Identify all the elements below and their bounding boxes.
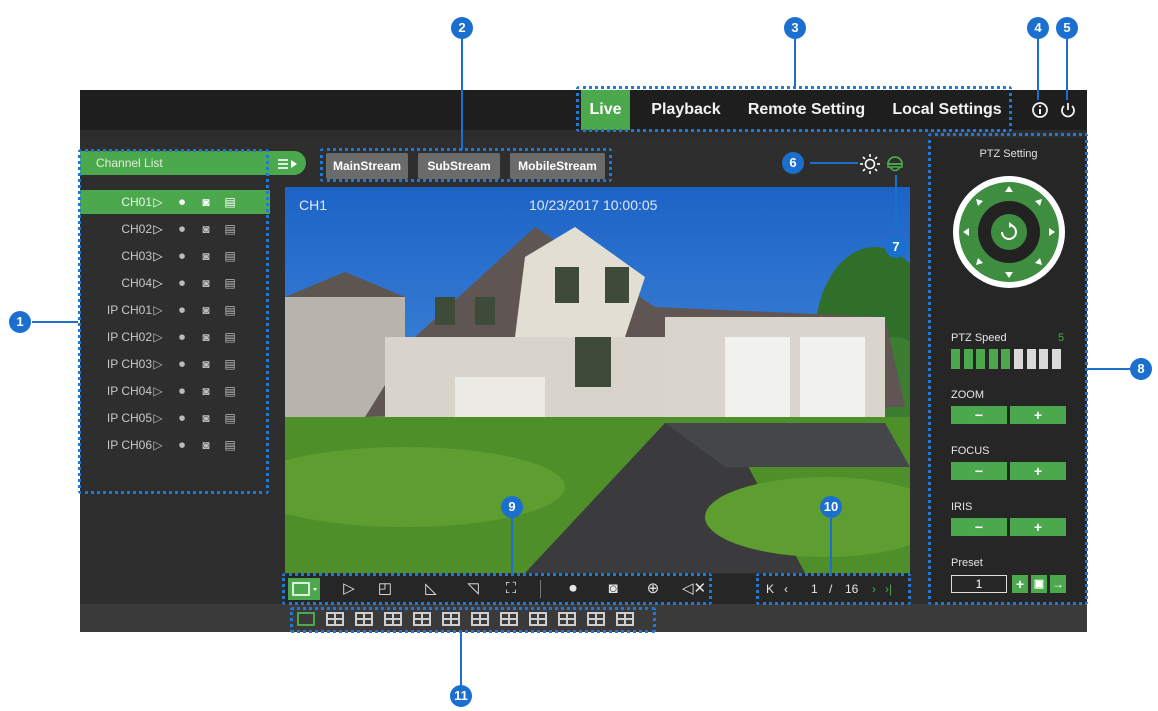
callout-1: 1 bbox=[9, 311, 31, 333]
callout-9: 9 bbox=[501, 496, 523, 518]
callout-2: 2 bbox=[451, 17, 473, 39]
callout-6: 6 bbox=[782, 152, 804, 174]
callout-10: 10 bbox=[820, 496, 842, 518]
callout-8: 8 bbox=[1130, 358, 1152, 380]
callout-4: 4 bbox=[1027, 17, 1049, 39]
callout-7: 7 bbox=[885, 236, 907, 258]
callout-11: 11 bbox=[450, 685, 472, 707]
callout-3: 3 bbox=[784, 17, 806, 39]
callout-lines bbox=[32, 36, 1130, 685]
callout-5: 5 bbox=[1056, 17, 1078, 39]
